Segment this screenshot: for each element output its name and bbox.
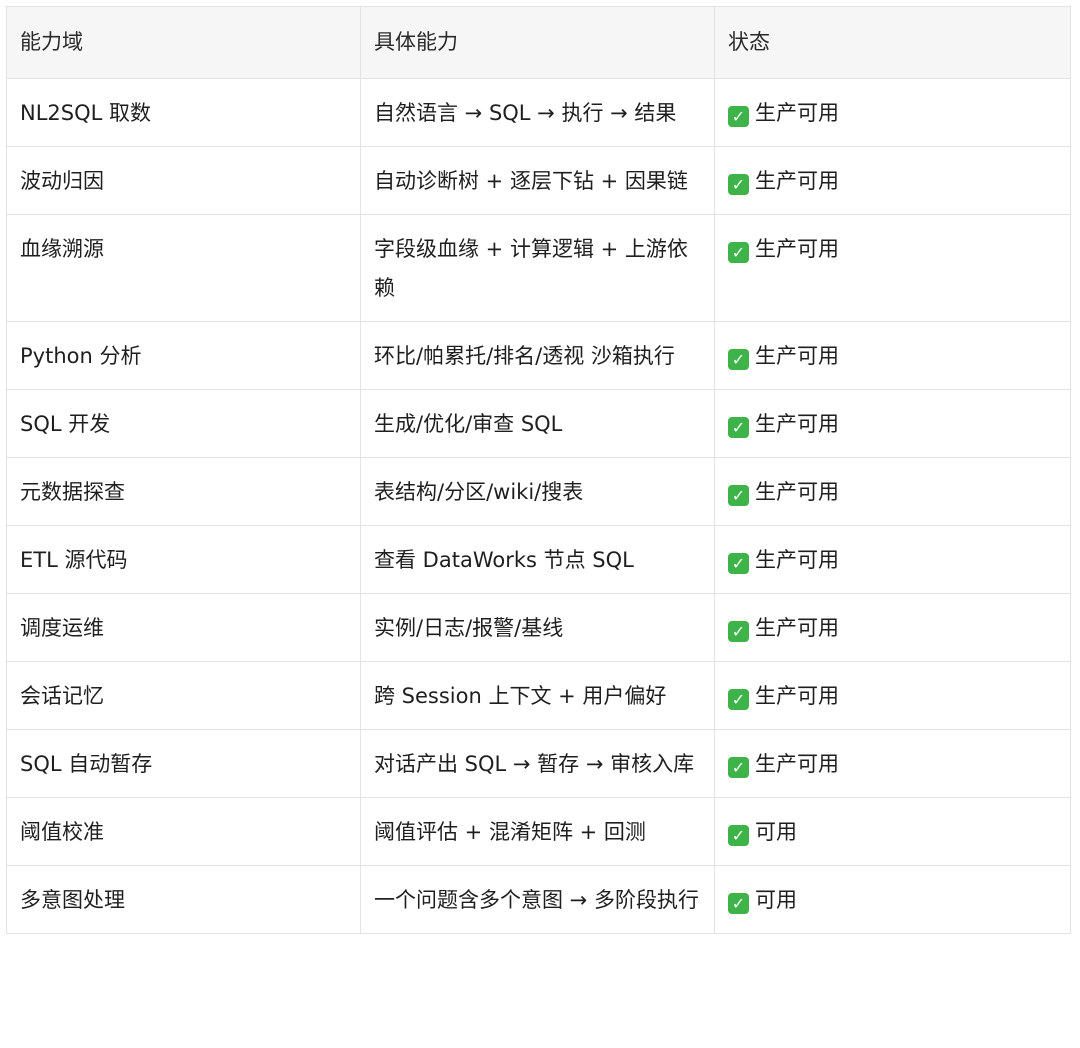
cell-capability: 自动诊断树 + 逐层下钻 + 因果链 [360,146,715,215]
check-mark-icon: ✓ [728,242,749,263]
check-mark-icon: ✓ [728,174,749,195]
cell-domain: NL2SQL 取数 [6,78,361,147]
cell-capability: 一个问题含多个意图 → 多阶段执行 [360,865,715,934]
cell-status: ✓ 生产可用 [714,146,1071,215]
status-text: 生产可用 [755,752,839,776]
cell-capability: 环比/帕累托/排名/透视 沙箱执行 [360,321,715,390]
cell-capability: 自然语言 → SQL → 执行 → 结果 [360,78,715,147]
cell-domain: Python 分析 [6,321,361,390]
cell-domain: 血缘溯源 [6,214,361,322]
cell-status: ✓ 可用 [714,865,1071,934]
cell-domain: 波动归因 [6,146,361,215]
cell-domain: ETL 源代码 [6,525,361,594]
cell-capability: 跨 Session 上下文 + 用户偏好 [360,661,715,730]
cell-capability: 生成/优化/审查 SQL [360,389,715,458]
status-text: 可用 [755,888,797,912]
cell-status: ✓ 生产可用 [714,78,1071,147]
header-status: 状态 [714,6,1071,79]
capability-table: 能力域 具体能力 状态 NL2SQL 取数 自然语言 → SQL → 执行 → 结… [6,6,1071,934]
status-text: 生产可用 [755,684,839,708]
table-row: 多意图处理 一个问题含多个意图 → 多阶段执行 ✓ 可用 [6,865,1071,934]
cell-capability: 对话产出 SQL → 暂存 → 审核入库 [360,729,715,798]
check-mark-icon: ✓ [728,621,749,642]
header-capability: 具体能力 [360,6,715,79]
check-mark-icon: ✓ [728,417,749,438]
capability-table-container: 能力域 具体能力 状态 NL2SQL 取数 自然语言 → SQL → 执行 → 结… [6,6,1071,934]
status-text: 可用 [755,820,797,844]
table-row: SQL 自动暂存 对话产出 SQL → 暂存 → 审核入库 ✓ 生产可用 [6,729,1071,798]
cell-domain: 会话记忆 [6,661,361,730]
cell-domain: SQL 自动暂存 [6,729,361,798]
status-text: 生产可用 [755,344,839,368]
cell-domain: 调度运维 [6,593,361,662]
cell-capability: 字段级血缘 + 计算逻辑 + 上游依赖 [360,214,715,322]
status-text: 生产可用 [755,169,839,193]
cell-domain: 多意图处理 [6,865,361,934]
check-mark-icon: ✓ [728,825,749,846]
table-row: 调度运维 实例/日志/报警/基线 ✓ 生产可用 [6,593,1071,662]
cell-status: ✓ 生产可用 [714,389,1071,458]
table-row: 阈值校准 阈值评估 + 混淆矩阵 + 回测 ✓ 可用 [6,797,1071,866]
check-mark-icon: ✓ [728,893,749,914]
cell-status: ✓ 生产可用 [714,661,1071,730]
status-text: 生产可用 [755,237,839,261]
table-row: 会话记忆跨 Session 上下文 + 用户偏好 ✓ 生产可用 [6,661,1071,730]
status-text: 生产可用 [755,616,839,640]
cell-domain: 元数据探查 [6,457,361,526]
status-text: 生产可用 [755,548,839,572]
check-mark-icon: ✓ [728,485,749,506]
table-body: NL2SQL 取数 自然语言 → SQL → 执行 → 结果 ✓ 生产可用 波动归因 自动… [6,78,1071,934]
cell-status: ✓ 可用 [714,797,1071,866]
header-domain: 能力域 [6,6,361,79]
table-row: 波动归因 自动诊断树 + 逐层下钻 + 因果链 ✓ 生产可用 [6,146,1071,215]
table-row: Python 分析 环比/帕累托/排名/透视 沙箱执行 ✓ 生产可用 [6,321,1071,390]
table-header-row: 能力域 具体能力 状态 [6,6,1071,79]
cell-capability: 查看 DataWorks 节点 SQL [360,525,715,594]
cell-status: ✓ 生产可用 [714,457,1071,526]
table-row: NL2SQL 取数 自然语言 → SQL → 执行 → 结果 ✓ 生产可用 [6,78,1071,147]
cell-status: ✓ 生产可用 [714,525,1071,594]
status-text: 生产可用 [755,412,839,436]
cell-status: ✓ 生产可用 [714,729,1071,798]
table-row: 元数据探查 表结构/分区/wiki/搜表 ✓ 生产可用 [6,457,1071,526]
cell-capability: 阈值评估 + 混淆矩阵 + 回测 [360,797,715,866]
check-mark-icon: ✓ [728,689,749,710]
check-mark-icon: ✓ [728,106,749,127]
cell-status: ✓ 生产可用 [714,593,1071,662]
status-text: 生产可用 [755,480,839,504]
table-row: 血缘溯源 字段级血缘 + 计算逻辑 + 上游依赖 ✓ 生产可用 [6,214,1071,322]
cell-capability: 表结构/分区/wiki/搜表 [360,457,715,526]
cell-domain: SQL 开发 [6,389,361,458]
check-mark-icon: ✓ [728,553,749,574]
cell-capability: 实例/日志/报警/基线 [360,593,715,662]
cell-status: ✓ 生产可用 [714,321,1071,390]
table-row: SQL 开发 生成/优化/审查 SQL ✓ 生产可用 [6,389,1071,458]
cell-status: ✓ 生产可用 [714,214,1071,322]
status-text: 生产可用 [755,101,839,125]
cell-domain: 阈值校准 [6,797,361,866]
check-mark-icon: ✓ [728,349,749,370]
table-row: ETL 源代码 查看 DataWorks 节点 SQL ✓ 生产可用 [6,525,1071,594]
check-mark-icon: ✓ [728,757,749,778]
